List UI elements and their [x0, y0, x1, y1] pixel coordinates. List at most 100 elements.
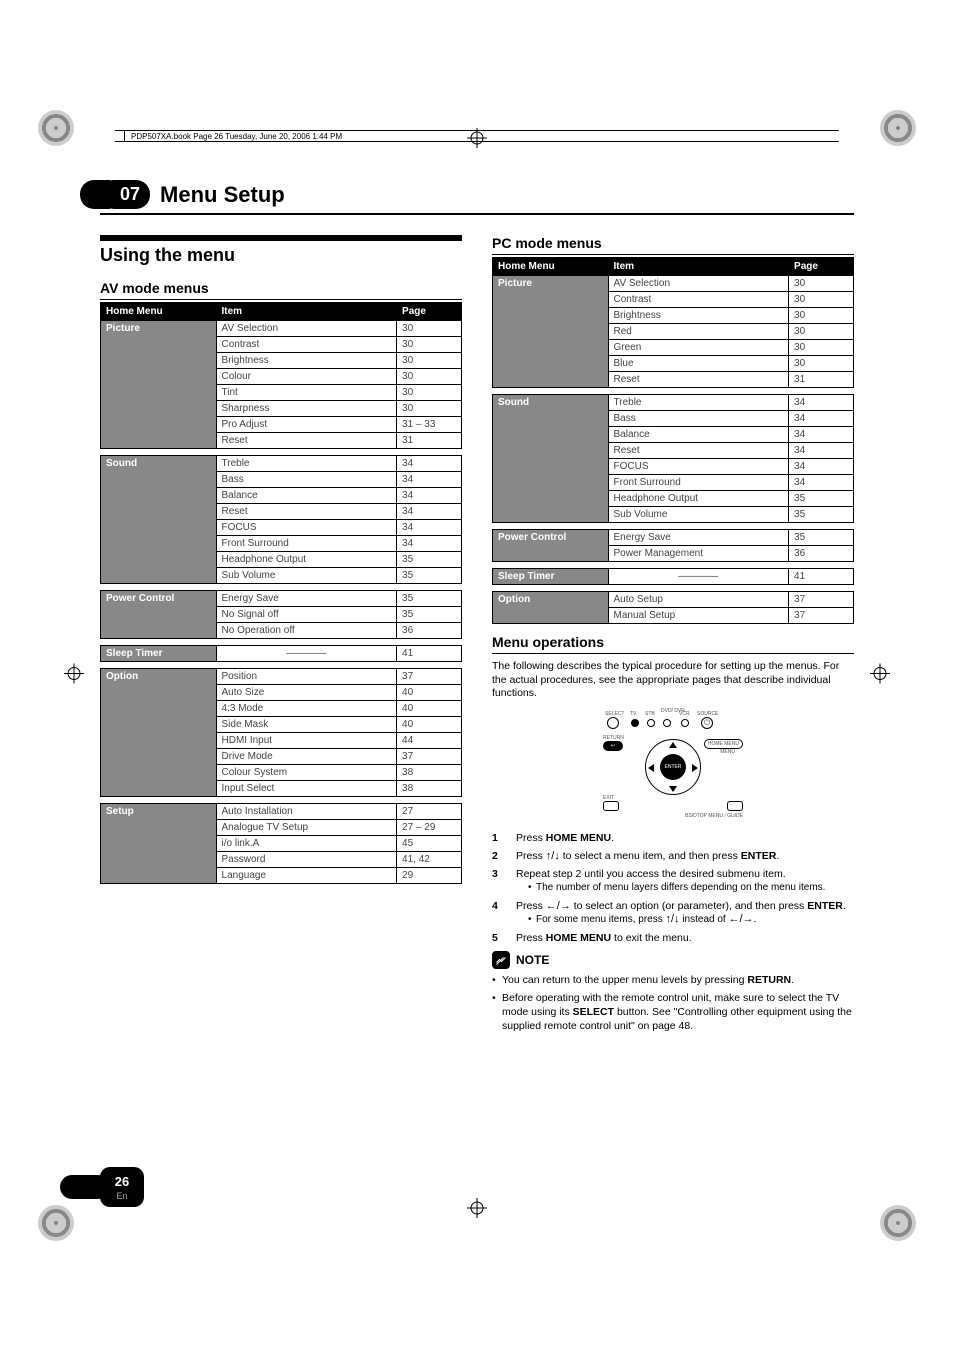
page-cell: 34 — [789, 427, 854, 443]
menu-table: Home MenuItemPagePictureAV Selection30Co… — [100, 302, 462, 449]
group-cell: Sound — [493, 395, 609, 523]
up-down-arrow-icon: ↑/↓ — [546, 851, 560, 862]
print-target-icon — [880, 110, 916, 146]
chapter-header: 07 Menu Setup — [100, 180, 854, 215]
left-arrow-icon — [648, 764, 654, 772]
group-cell: Picture — [493, 276, 609, 388]
item-cell: Auto Size — [216, 685, 397, 701]
item-cell: AV Selection — [216, 321, 397, 337]
page-cell: 38 — [397, 765, 462, 781]
page-cell: 40 — [397, 701, 462, 717]
item-cell: Sub Volume — [216, 568, 397, 584]
remote-label-vcr: VCR — [679, 711, 690, 717]
group-cell: Power Control — [101, 591, 217, 639]
step-number: 2 — [492, 849, 506, 863]
book-header-text: PDP507XA.book Page 26 Tuesday, June 20, … — [125, 132, 342, 141]
registration-mark-icon — [870, 663, 890, 688]
item-cell: Brightness — [216, 353, 397, 369]
menu-operations-intro: The following describes the typical proc… — [492, 660, 854, 701]
item-cell: Language — [216, 868, 397, 884]
table-row: SetupAuto Installation27 — [101, 804, 462, 820]
item-cell: Red — [608, 324, 789, 340]
item-cell: Tint — [216, 385, 397, 401]
item-cell: No Operation off — [216, 623, 397, 639]
menu-table: SoundTreble34Bass34Balance34Reset34FOCUS… — [100, 455, 462, 584]
item-cell: Reset — [216, 433, 397, 449]
vcr-led-icon — [681, 719, 689, 727]
table-row: Sleep Timer————41 — [493, 569, 854, 585]
item-cell: Contrast — [608, 292, 789, 308]
table-row: PictureAV Selection30 — [493, 276, 854, 292]
group-cell: Sleep Timer — [101, 646, 217, 662]
av-mode-title: AV mode menus — [100, 280, 462, 300]
page-cell: 41, 42 — [397, 852, 462, 868]
return-button-icon: ↩ — [603, 741, 623, 751]
item-cell: Colour System — [216, 765, 397, 781]
item-cell: FOCUS — [216, 520, 397, 536]
page-cell: 34 — [397, 536, 462, 552]
page-cell: 40 — [397, 717, 462, 733]
page-cell: 27 – 29 — [397, 820, 462, 836]
item-cell: Analogue TV Setup — [216, 820, 397, 836]
page-cell: 30 — [397, 353, 462, 369]
table-row: SoundTreble34 — [493, 395, 854, 411]
item-cell: ———— — [608, 569, 789, 585]
table-row: Power ControlEnergy Save35 — [101, 591, 462, 607]
page-cell: 35 — [397, 607, 462, 623]
guide-button-icon — [727, 801, 743, 811]
page-cell: 40 — [397, 685, 462, 701]
step-number: 3 — [492, 867, 506, 895]
page-cell: 45 — [397, 836, 462, 852]
menu-table: Power ControlEnergy Save35Power Manageme… — [492, 529, 854, 562]
right-arrow-icon — [692, 764, 698, 772]
item-cell: Balance — [216, 488, 397, 504]
item-cell: Headphone Output — [216, 552, 397, 568]
remote-label-menu: MENU — [720, 749, 735, 755]
page-cell: 30 — [789, 308, 854, 324]
item-cell: Front Surround — [608, 475, 789, 491]
table-header: Home Menu — [101, 303, 217, 321]
page-cell: 35 — [397, 591, 462, 607]
page-cell: 30 — [789, 324, 854, 340]
menu-operations-title: Menu operations — [492, 634, 854, 654]
table-row: SoundTreble34 — [101, 456, 462, 472]
menu-table: Sleep Timer————41 — [492, 568, 854, 585]
item-cell: Treble — [608, 395, 789, 411]
page-cell: 35 — [789, 507, 854, 523]
print-target-icon — [880, 1205, 916, 1241]
page-cell: 27 — [397, 804, 462, 820]
page-cell: 34 — [789, 395, 854, 411]
item-cell: ———— — [216, 646, 397, 662]
item-cell: Energy Save — [608, 530, 789, 546]
page-cell: 37 — [397, 749, 462, 765]
page-cell: 31 – 33 — [397, 417, 462, 433]
group-cell: Option — [101, 669, 217, 797]
item-cell: Sharpness — [216, 401, 397, 417]
dvd-led-icon — [663, 719, 671, 727]
remote-label-select: SELECT — [605, 711, 624, 717]
note-icon — [492, 951, 510, 969]
table-header: Page — [789, 258, 854, 276]
page-cell: 34 — [397, 504, 462, 520]
page-cell: 30 — [397, 385, 462, 401]
page-cell: 34 — [397, 520, 462, 536]
step-number: 1 — [492, 831, 506, 845]
item-cell: Reset — [608, 372, 789, 388]
page-cell: 35 — [789, 491, 854, 507]
chapter-title: Menu Setup — [160, 182, 285, 208]
item-cell: Position — [216, 669, 397, 685]
item-cell: Sub Volume — [608, 507, 789, 523]
item-cell: Balance — [608, 427, 789, 443]
remote-control-figure: SELECT TV STB DVD/ DVR VCR SOURCE ⏻ RETU… — [492, 709, 854, 819]
step-sub: The number of menu layers differs depend… — [528, 881, 854, 895]
item-cell: AV Selection — [608, 276, 789, 292]
item-cell: i/o link.A — [216, 836, 397, 852]
item-cell: Green — [608, 340, 789, 356]
group-cell: Setup — [101, 804, 217, 884]
enter-button: ENTER — [660, 754, 686, 780]
page-cell: 34 — [789, 411, 854, 427]
up-down-arrow-icon: ↑/↓ — [665, 914, 679, 925]
up-arrow-icon — [669, 742, 677, 748]
item-cell: Password — [216, 852, 397, 868]
item-cell: Contrast — [216, 337, 397, 353]
